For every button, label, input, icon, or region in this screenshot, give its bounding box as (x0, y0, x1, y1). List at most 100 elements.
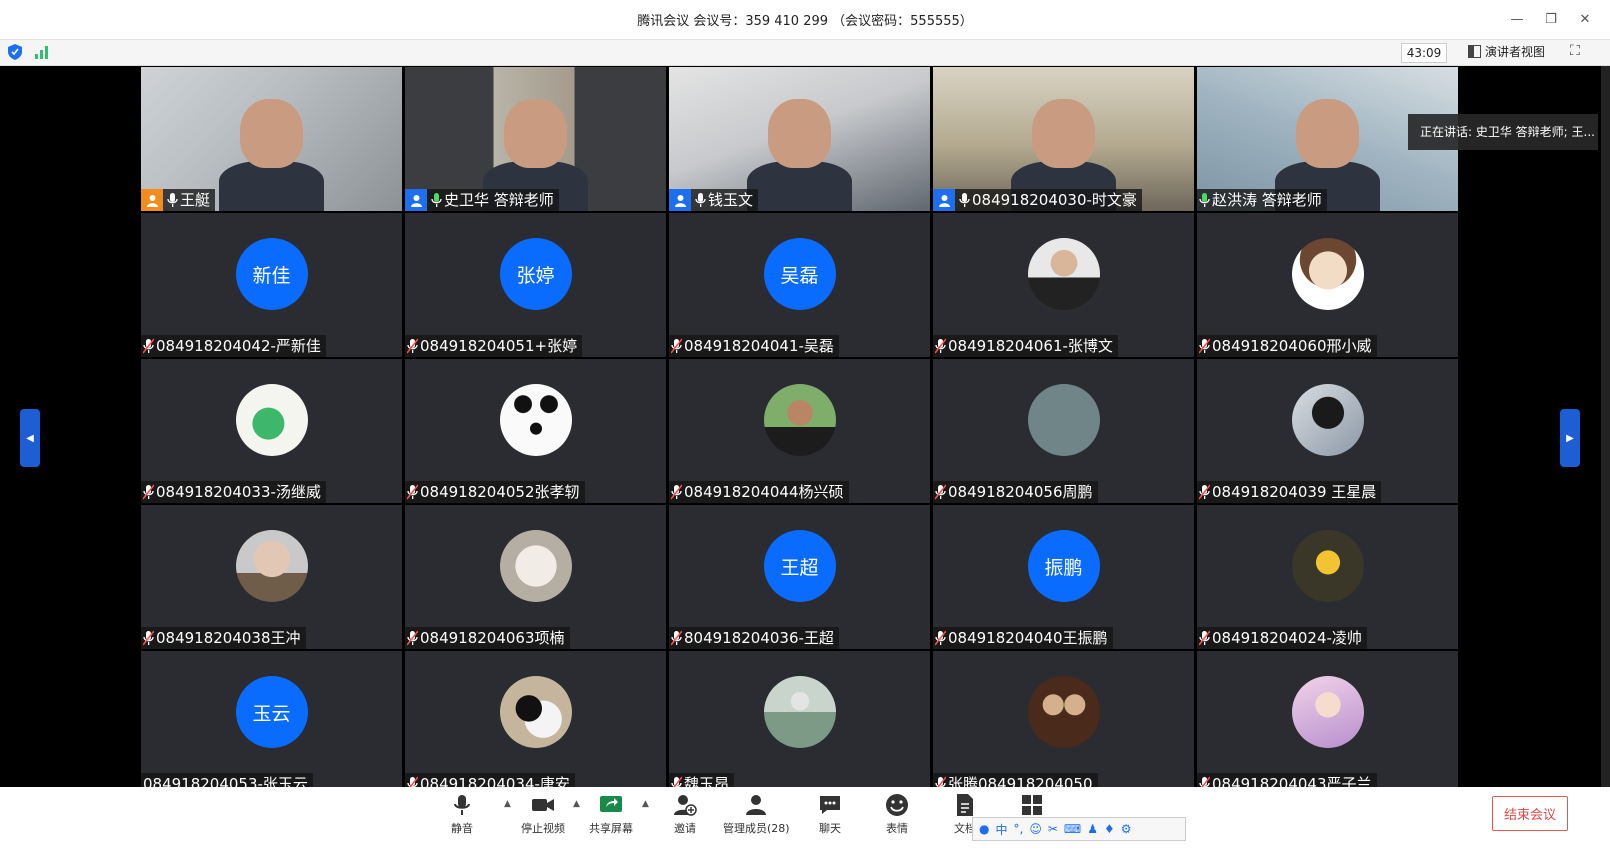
restore-button[interactable]: ❐ (1544, 12, 1558, 27)
microphone-icon (167, 193, 178, 207)
participant-tile[interactable]: 084918204030-时文豪 (933, 67, 1194, 211)
mic-muted-icon (935, 338, 946, 354)
participant-avatar (499, 676, 572, 748)
chat-icon (820, 796, 840, 814)
shield-icon[interactable] (8, 44, 22, 60)
participant-avatar: 振鹏 (1027, 530, 1100, 602)
camera-icon (532, 799, 554, 811)
mic-muted-icon (671, 484, 682, 500)
participant-tile[interactable]: 振鹏 084918204040王振鹏 (933, 505, 1194, 649)
participant-name: 084918204041-吴磊 (684, 337, 834, 355)
participant-name: 赵洪涛 答辩老师 (1212, 191, 1322, 209)
reactions-button[interactable]: 表情 (885, 793, 909, 836)
share-screen-button[interactable]: 共享屏幕 (589, 793, 633, 836)
participant-tile[interactable]: 王超 804918204036-王超 (669, 505, 930, 649)
participant-avatar (1291, 530, 1364, 602)
participant-avatar: 王超 (763, 530, 836, 602)
participant-name-label: 王艇 (141, 189, 216, 211)
participant-tile[interactable]: 新佳 084918204042-严新佳 (141, 213, 402, 357)
participant-tile[interactable]: 084918204056周鹏 (933, 359, 1194, 503)
participant-avatar (1291, 384, 1364, 456)
ime-logo-icon[interactable]: ● (979, 822, 989, 836)
participant-tile[interactable]: 玉云 084918204053-张玉云 (141, 651, 402, 795)
participant-tile[interactable]: 王艇 (141, 67, 402, 211)
ime-user-icon[interactable]: ♟ (1087, 822, 1098, 836)
share-screen-icon (600, 796, 622, 812)
participant-tile[interactable]: 084918204038王冲 (141, 505, 402, 649)
stop-video-button[interactable]: 停止视频 (521, 793, 565, 836)
mute-button[interactable]: 静音 (450, 793, 474, 836)
participant-name-label: 084918204063项楠 (405, 627, 570, 649)
manage-members-label: 管理成员(28) (723, 822, 790, 835)
next-page-button[interactable]: ▶ (1560, 409, 1580, 467)
ime-emoji-icon[interactable]: ☺ (1029, 822, 1042, 836)
participant-tile[interactable]: 吴磊 084918204041-吴磊 (669, 213, 930, 357)
share-options-caret[interactable]: ▲ (642, 799, 649, 809)
participant-name: 王艇 (180, 191, 211, 209)
prev-page-button[interactable]: ◀ (20, 409, 40, 467)
fullscreen-icon[interactable]: ⛶ (1570, 43, 1586, 59)
mic-muted-icon (143, 338, 154, 354)
participant-name-label: 084918204033-汤继威 (141, 481, 326, 503)
chat-button[interactable]: 聊天 (818, 793, 842, 836)
participant-name: 084918204040王振鹏 (948, 629, 1108, 647)
participant-avatar (1027, 384, 1100, 456)
mic-muted-icon (1199, 338, 1210, 354)
manage-members-button[interactable]: 管理成员(28) (723, 793, 790, 836)
apps-button[interactable] (1020, 793, 1044, 820)
participant-tile[interactable]: 张婷 084918204051+张婷 (405, 213, 666, 357)
participant-name: 804918204036-王超 (684, 629, 834, 647)
scrollbar[interactable] (1601, 66, 1610, 787)
ime-keyboard-icon[interactable]: ⌨ (1064, 822, 1081, 836)
ime-language-label[interactable]: 中 (995, 821, 1007, 838)
participant-name: 084918204042-严新佳 (156, 337, 321, 355)
close-button[interactable]: ✕ (1578, 12, 1592, 27)
participant-tile[interactable]: 084918204033-汤继威 (141, 359, 402, 503)
participant-name: 084918204052张孝轫 (420, 483, 580, 501)
video-options-caret[interactable]: ▲ (573, 799, 580, 809)
network-signal-icon[interactable] (34, 45, 50, 59)
participant-avatar (1291, 676, 1364, 748)
speaking-indicator: 正在讲话: 史卫华 答辩老师; 王... (1408, 114, 1598, 150)
participant-avatar (235, 384, 308, 456)
ime-scissors-icon[interactable]: ✂ (1048, 822, 1058, 836)
invite-button[interactable]: 邀请 (673, 793, 697, 836)
participant-tile[interactable]: 084918204034-唐安 (405, 651, 666, 795)
ime-punctuation-icon[interactable]: °, (1014, 822, 1024, 836)
participant-name-label: 084918204042-严新佳 (141, 335, 326, 357)
participant-tile[interactable]: 084918204039 王星晨 (1197, 359, 1458, 503)
participant-name: 084918204033-汤继威 (156, 483, 321, 501)
participant-tile[interactable]: 084918204052张孝轫 (405, 359, 666, 503)
participant-name-label: 084918204024-凌帅 (1197, 627, 1367, 649)
participant-tile[interactable]: 魏玉昂 (669, 651, 930, 795)
participant-tile[interactable]: 084918204024-凌帅 (1197, 505, 1458, 649)
user-icon (405, 189, 427, 211)
document-icon (957, 794, 973, 816)
participant-name-label: 钱玉文 (669, 189, 759, 211)
participant-tile[interactable]: 史卫华 答辩老师 (405, 67, 666, 211)
participant-avatar (1027, 676, 1100, 748)
participant-tile[interactable]: 084918204043严子兰 (1197, 651, 1458, 795)
presenter-view-button[interactable]: 演讲者视图 (1468, 43, 1545, 60)
mute-options-caret[interactable]: ▲ (504, 799, 511, 809)
ime-settings-icon[interactable]: ⚙ (1121, 822, 1132, 836)
participant-tile[interactable]: 084918204063项楠 (405, 505, 666, 649)
participant-tile[interactable]: 钱玉文 (669, 67, 930, 211)
mic-muted-icon (1199, 630, 1210, 646)
ime-toolbar[interactable]: ● 中 °, ☺ ✂ ⌨ ♟ ♦ ⚙ (972, 817, 1186, 841)
ime-skin-icon[interactable]: ♦ (1104, 822, 1115, 836)
microphone-icon (695, 193, 706, 207)
share-screen-label: 共享屏幕 (589, 822, 633, 835)
mic-muted-icon (143, 630, 154, 646)
participant-tile[interactable]: 084918204044杨兴硕 (669, 359, 930, 503)
participant-name-label: 084918204040王振鹏 (933, 627, 1113, 649)
participant-name: 钱玉文 (708, 191, 754, 209)
chevron-right-icon: ▶ (1566, 432, 1574, 444)
end-meeting-button[interactable]: 结束会议 (1492, 796, 1568, 831)
minimize-button[interactable]: — (1510, 12, 1524, 27)
participant-tile[interactable]: 张腾084918204050 (933, 651, 1194, 795)
participant-name: 084918204056周鹏 (948, 483, 1093, 501)
participant-grid: 王艇 史卫华 答辩老师 钱玉文 084918204030-时文豪 赵洪涛 答辩老师新佳 0… (141, 67, 1459, 795)
participant-tile[interactable]: 084918204061-张博文 (933, 213, 1194, 357)
participant-tile[interactable]: 084918204060邢小威 (1197, 213, 1458, 357)
